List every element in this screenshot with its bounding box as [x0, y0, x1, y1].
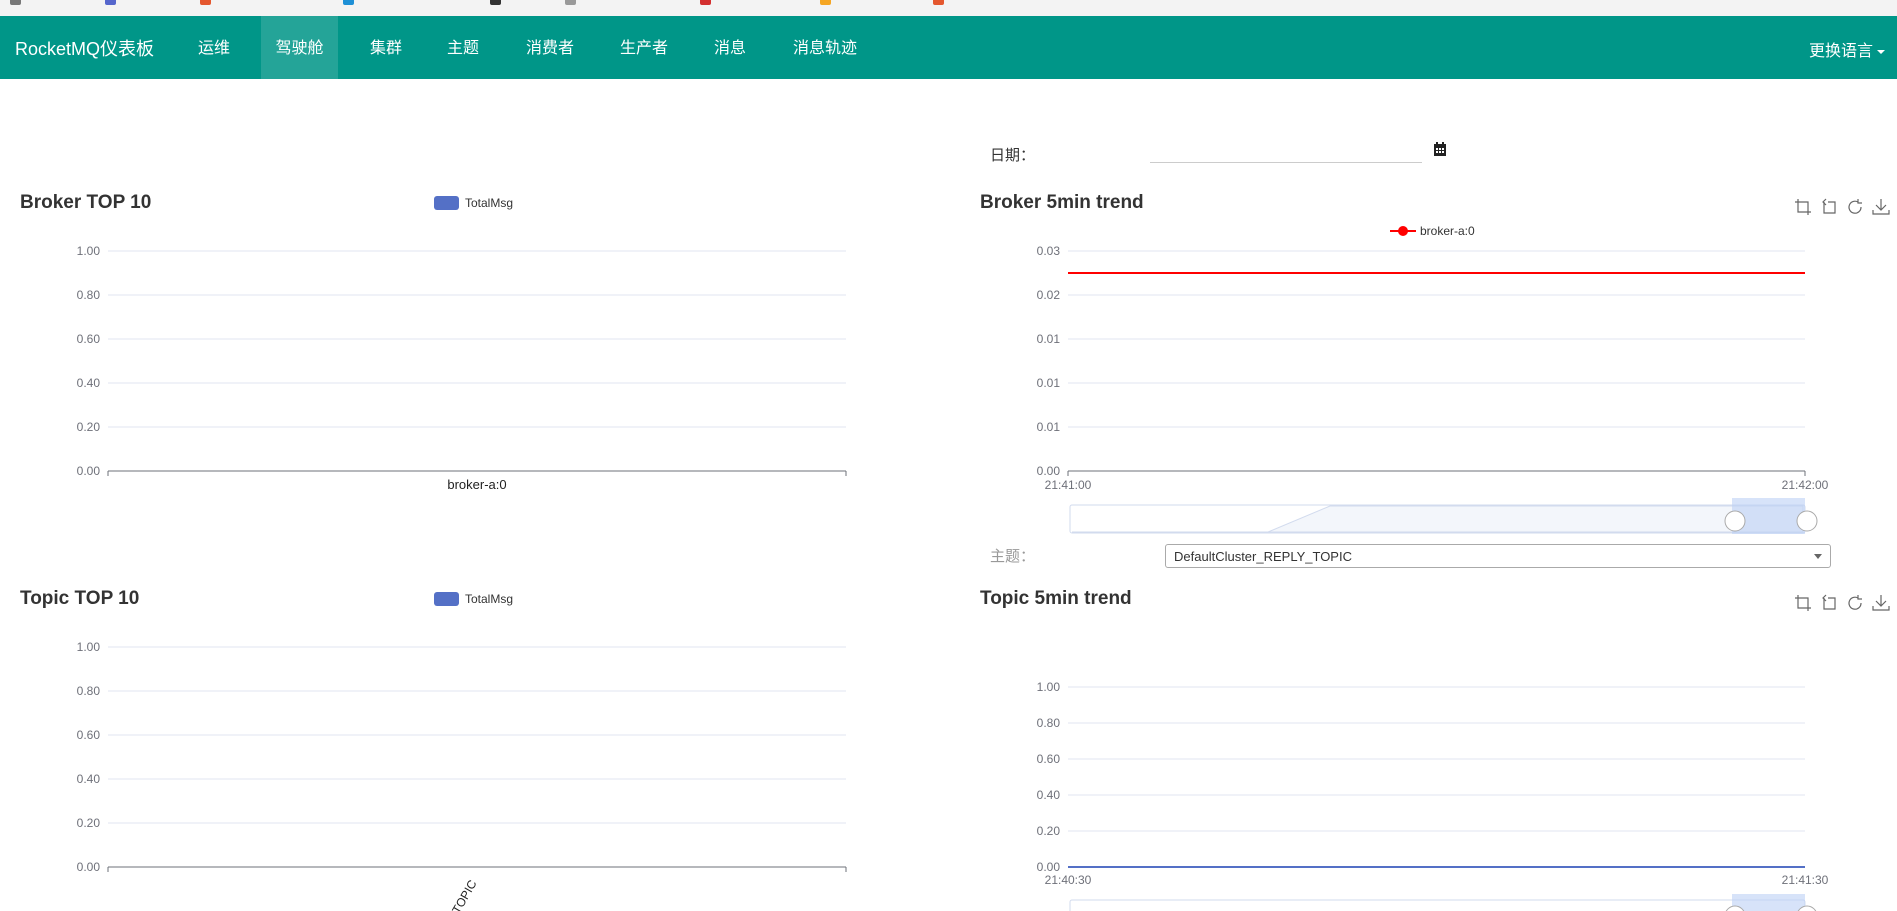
topic-top10-chart: 0.00 0.20 0.40 0.60 0.80 1.00 _TOPIC	[77, 640, 847, 911]
date-input[interactable]	[1150, 141, 1422, 163]
data-zoom-handle	[1724, 510, 1746, 532]
data-zoom-selection	[1732, 894, 1805, 911]
bookmark-icon[interactable]	[565, 0, 576, 5]
zoom-reset-icon[interactable]	[1820, 594, 1838, 612]
date-label: 日期：	[990, 147, 1036, 164]
broker-trend-title: Broker 5min trend	[980, 192, 1144, 213]
y-tick-label: 0.00	[77, 860, 101, 874]
y-tick-label: 0.00	[1037, 860, 1061, 874]
x-tick-label: broker-a:0	[447, 477, 506, 492]
zoom-area-icon[interactable]	[1794, 594, 1812, 612]
legend-swatch[interactable]	[434, 592, 459, 606]
y-tick-label: 0.40	[77, 772, 101, 786]
bookmarks-bar	[0, 0, 1897, 16]
topic-select-value: DefaultCluster_REPLY_TOPIC	[1174, 549, 1352, 564]
topic-trend-title: Topic 5min trend	[980, 588, 1132, 609]
y-tick-label: 0.60	[77, 332, 101, 346]
restore-icon[interactable]	[1846, 198, 1864, 216]
y-tick-label: 0.40	[77, 376, 101, 390]
y-tick-label: 0.80	[1037, 716, 1061, 730]
legend-label-broker[interactable]: broker-a:0	[1420, 224, 1475, 238]
y-tick-label: 0.80	[77, 684, 101, 698]
language-dropdown[interactable]: 更换语言	[1809, 37, 1885, 61]
nav-item-message-trace[interactable]: 消息轨迹	[780, 16, 870, 79]
y-tick-label: 0.20	[77, 816, 101, 830]
broker-top10-title: Broker TOP 10	[20, 192, 152, 213]
bookmark-icon[interactable]	[820, 0, 831, 5]
download-icon[interactable]	[1872, 198, 1890, 216]
zoom-area-icon[interactable]	[1794, 198, 1812, 216]
data-zoom-track	[1069, 899, 1806, 911]
legend-label-totalmsg[interactable]: TotalMsg	[465, 196, 513, 210]
nav-item-producer[interactable]: 生产者	[609, 16, 679, 79]
legend-swatch[interactable]	[434, 196, 459, 210]
topic-top10-title: Topic TOP 10	[20, 588, 140, 609]
bookmark-icon[interactable]	[490, 0, 501, 5]
y-tick-label: 0.01	[1037, 332, 1061, 346]
y-tick-label: 0.60	[77, 728, 101, 742]
y-tick-label: 0.00	[1037, 464, 1061, 478]
language-label: 更换语言	[1808, 43, 1873, 60]
y-tick-label: 0.60	[1037, 752, 1061, 766]
y-tick-label: 0.40	[1037, 788, 1061, 802]
bookmark-icon[interactable]	[105, 0, 116, 5]
restore-icon[interactable]	[1846, 594, 1864, 612]
nav-item-topic[interactable]: 主题	[434, 16, 492, 79]
bookmark-icon[interactable]	[933, 0, 944, 5]
y-tick-label: 0.01	[1037, 420, 1061, 434]
y-tick-label: 0.01	[1037, 376, 1061, 390]
nav-item-consumer[interactable]: 消费者	[516, 16, 584, 79]
brand-title[interactable]: RocketMQ仪表板	[15, 35, 154, 61]
broker-trend-chart: 0.00 0.01 0.01 0.01 0.02 0.03 21:41:00 21:42:00	[1037, 244, 1829, 534]
x-tick-label: 21:42:00	[1782, 478, 1829, 492]
x-tick-label: 21:40:30	[1045, 873, 1092, 887]
download-icon[interactable]	[1872, 594, 1890, 612]
topic-select[interactable]: DefaultCluster_REPLY_TOPIC	[1165, 544, 1831, 568]
legend-label-totalmsg[interactable]: TotalMsg	[465, 592, 513, 606]
x-tick-label: 21:41:00	[1045, 478, 1092, 492]
nav-item-cluster[interactable]: 集群	[357, 16, 415, 79]
y-tick-label: 1.00	[1037, 680, 1061, 694]
topic-label: 主题：	[990, 548, 1036, 565]
y-tick-label: 1.00	[77, 244, 101, 258]
calendar-icon[interactable]	[1433, 141, 1447, 157]
x-tick-label: _TOPIC	[445, 877, 479, 911]
legend-marker[interactable]	[1390, 224, 1416, 238]
nav-item-message[interactable]: 消息	[700, 16, 760, 79]
bookmark-icon[interactable]	[700, 0, 711, 5]
y-tick-label: 0.02	[1037, 288, 1061, 302]
y-tick-label: 0.20	[77, 420, 101, 434]
top-navbar: RocketMQ仪表板 运维 驾驶舱 集群 主题 消费者 生产者 消息 消息轨迹…	[0, 16, 1897, 79]
data-zoom-handle	[1796, 510, 1818, 532]
broker-trend-toolbox	[1794, 198, 1890, 216]
nav-item-dashboard[interactable]: 驾驶舱	[261, 16, 338, 79]
chevron-down-icon	[1814, 554, 1822, 559]
nav-item-ops[interactable]: 运维	[186, 16, 242, 79]
y-tick-label: 0.80	[77, 288, 101, 302]
topic-trend-chart: 0.00 0.20 0.40 0.60 0.80 1.00 21:40:30 21:41:30	[1037, 680, 1829, 911]
x-tick-label: 21:41:30	[1782, 873, 1829, 887]
bookmark-icon[interactable]	[10, 0, 21, 5]
broker-top10-chart: 0.00 0.20 0.40 0.60 0.80 1.00 broker-a:0	[77, 244, 847, 492]
y-tick-label: 0.20	[1037, 824, 1061, 838]
bookmark-icon[interactable]	[200, 0, 211, 5]
bookmark-icon[interactable]	[343, 0, 354, 5]
chevron-down-icon	[1877, 49, 1885, 54]
y-tick-label: 0.03	[1037, 244, 1061, 258]
y-tick-label: 0.00	[77, 464, 101, 478]
y-tick-label: 1.00	[77, 640, 101, 654]
topic-trend-toolbox	[1794, 594, 1890, 612]
zoom-reset-icon[interactable]	[1820, 198, 1838, 216]
